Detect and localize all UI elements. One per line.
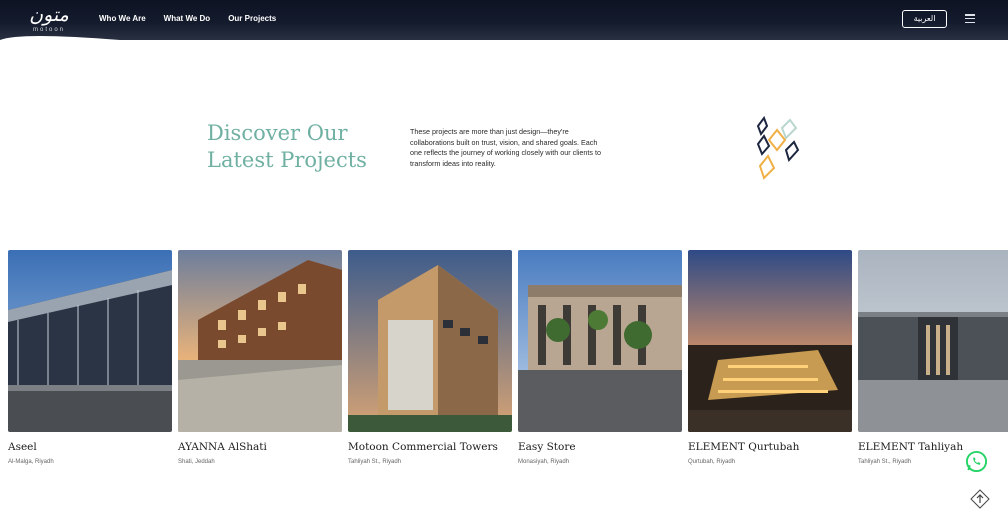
project-name[interactable]: Motoon Commercial Towers: [348, 441, 498, 453]
arrow-up-icon[interactable]: [970, 489, 990, 509]
whatsapp-icon[interactable]: [965, 450, 988, 473]
project-image[interactable]: [688, 250, 852, 432]
project-location: Tahliyah St., Riyadh: [348, 459, 402, 465]
project-name[interactable]: ELEMENT Tahliyah: [858, 441, 963, 453]
nav-what-we-do[interactable]: What We Do: [164, 14, 211, 23]
project-name[interactable]: AYANNA AlShati: [178, 441, 267, 453]
nav-who-we-are[interactable]: Who We Are: [99, 14, 146, 23]
nav-our-projects[interactable]: Our Projects: [228, 14, 276, 23]
page-title-line1: Discover Our: [207, 121, 348, 145]
project-location: Monasiyah, Riyadh: [518, 459, 570, 465]
project-location: Tahliyah St., Riyadh: [858, 459, 912, 465]
project-image[interactable]: [348, 250, 512, 432]
project-image[interactable]: [178, 250, 342, 432]
project-name[interactable]: Easy Store: [518, 441, 576, 453]
project-image[interactable]: [858, 250, 1008, 432]
page-title-line2: Latest Projects: [207, 148, 367, 172]
project-location: Qurtubah, Riyadh: [688, 459, 736, 465]
site-header: متون motoon Who We Are What We Do Our Pr…: [0, 0, 1008, 41]
project-image[interactable]: [8, 250, 172, 432]
project-location: Shati, Jeddah: [178, 459, 215, 465]
brand-diamond-mark-icon: [756, 116, 800, 180]
project-image[interactable]: [518, 250, 682, 432]
hamburger-icon[interactable]: [965, 14, 975, 24]
page-title: Discover Our Latest Projects: [207, 120, 407, 174]
project-name[interactable]: ELEMENT Qurtubah: [688, 441, 799, 453]
projects-carousel[interactable]: Aseel Al-Malga, Riyadh AYANNA AlShati Sh…: [0, 250, 1008, 480]
header-curve-decoration: [0, 36, 1008, 41]
intro-description: These projects are more than just design…: [410, 127, 601, 168]
language-toggle-button[interactable]: العربية: [902, 10, 947, 28]
logo-arabic-text: متون: [29, 4, 69, 26]
project-location: Al-Malga, Riyadh: [8, 459, 54, 465]
main-nav: Who We Are What We Do Our Projects: [99, 14, 276, 23]
project-name[interactable]: Aseel: [8, 441, 37, 453]
